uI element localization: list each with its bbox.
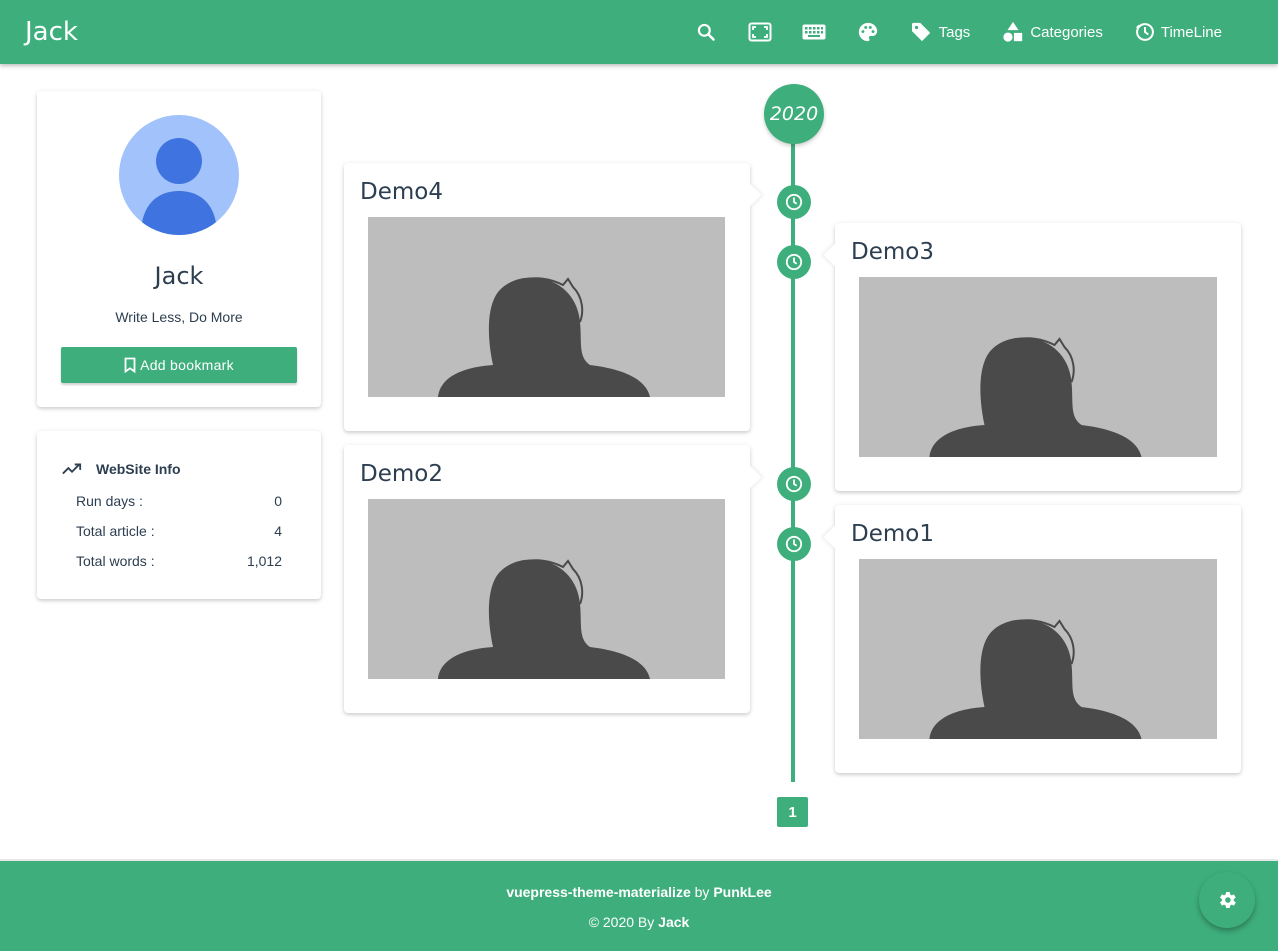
nav-link-label: Tags <box>938 23 971 41</box>
post-title[interactable]: Demo2 <box>360 461 443 487</box>
info-row-run-days: Run days : 0 <box>76 493 282 509</box>
person-silhouette-image <box>368 499 725 679</box>
info-label: Run days : <box>76 493 143 509</box>
info-label: Total words : <box>76 553 155 569</box>
theme-link[interactable]: vuepress-theme-materialize <box>506 884 690 900</box>
avatar <box>119 115 239 235</box>
copyright-text: © 2020 By <box>588 914 655 930</box>
timeline-year-badge: 2020 <box>764 84 824 144</box>
info-value: 0 <box>274 493 282 509</box>
timeline-marker <box>777 527 811 561</box>
timeline-post-card[interactable]: Demo1 <box>823 505 1241 773</box>
pagination-page-1[interactable]: 1 <box>777 797 808 827</box>
nav-menu: Tags Categories TimeLine <box>679 0 1238 64</box>
profile-name: Jack <box>154 262 204 290</box>
post-cover-image[interactable] <box>859 559 1217 739</box>
search-button[interactable] <box>679 0 733 64</box>
site-brand[interactable]: Jack <box>25 17 78 47</box>
user-avatar-icon <box>141 138 217 235</box>
keyboard-button[interactable] <box>787 0 841 64</box>
add-bookmark-button[interactable]: Add bookmark <box>61 347 297 383</box>
person-silhouette-image <box>859 277 1217 457</box>
timeline-marker <box>777 185 811 219</box>
timeline-marker <box>777 467 811 501</box>
website-info-card: WebSite Info Run days : 0 Total article … <box>37 431 321 599</box>
keyboard-icon <box>802 24 826 40</box>
post-title[interactable]: Demo3 <box>851 239 934 265</box>
profile-motto: Write Less, Do More <box>115 309 243 325</box>
post-pointer <box>823 525 847 549</box>
nav-link-categories[interactable]: Categories <box>986 0 1119 64</box>
clock-icon <box>785 475 803 493</box>
post-title[interactable]: Demo4 <box>360 179 443 205</box>
clock-icon <box>785 535 803 553</box>
footer: vuepress-theme-materialize by PunkLee © … <box>0 859 1278 951</box>
nav-link-label: Categories <box>1030 23 1103 41</box>
post-pointer <box>738 465 762 489</box>
website-info-heading: WebSite Info <box>96 461 181 477</box>
info-label: Total article : <box>76 523 155 539</box>
profile-card: Jack Write Less, Do More Add bookmark <box>37 91 321 407</box>
navbar: Jack Tags Categories TimeLine <box>0 0 1278 64</box>
theme-palette-button[interactable] <box>841 0 895 64</box>
shapes-icon <box>1003 21 1023 42</box>
timeline-marker <box>777 245 811 279</box>
timeline-post-card[interactable]: Demo4 <box>344 163 762 431</box>
post-cover-image[interactable] <box>368 217 725 397</box>
person-silhouette-image <box>859 559 1217 739</box>
footer-copyright: © 2020 By Jack <box>0 914 1278 930</box>
website-info-title: WebSite Info <box>62 461 181 477</box>
nav-link-label: TimeLine <box>1160 23 1222 41</box>
person-silhouette-image <box>368 217 725 397</box>
tag-icon <box>911 22 930 42</box>
post-title[interactable]: Demo1 <box>851 521 934 547</box>
footer-credits: vuepress-theme-materialize by PunkLee <box>0 884 1278 900</box>
trending-up-icon <box>62 463 82 475</box>
add-bookmark-label: Add bookmark <box>140 357 234 373</box>
timeline-icon <box>1135 23 1154 41</box>
info-value: 1,012 <box>246 553 282 569</box>
fullscreen-icon <box>748 22 772 42</box>
post-pointer <box>738 183 762 207</box>
post-pointer <box>823 243 847 267</box>
fullscreen-button[interactable] <box>733 0 787 64</box>
timeline-post-card[interactable]: Demo2 <box>344 445 762 713</box>
gear-icon <box>1220 892 1236 908</box>
clock-icon <box>785 193 803 211</box>
palette-icon <box>858 22 877 42</box>
nav-link-timeline[interactable]: TimeLine <box>1119 0 1238 64</box>
nav-link-tags[interactable]: Tags <box>895 0 987 64</box>
copyright-owner: Jack <box>658 914 690 930</box>
search-icon <box>697 23 715 41</box>
post-cover-image[interactable] <box>859 277 1217 457</box>
footer-by: by <box>694 884 710 900</box>
timeline-post-card[interactable]: Demo3 <box>823 223 1241 491</box>
bookmark-icon <box>124 357 136 373</box>
theme-author-link[interactable]: PunkLee <box>713 884 771 900</box>
clock-icon <box>785 253 803 271</box>
info-value: 4 <box>274 523 282 539</box>
timeline-line <box>791 140 795 782</box>
info-row-total-article: Total article : 4 <box>76 523 282 539</box>
post-cover-image[interactable] <box>368 499 725 679</box>
settings-button[interactable] <box>1199 872 1255 928</box>
info-row-total-words: Total words : 1,012 <box>76 553 282 569</box>
